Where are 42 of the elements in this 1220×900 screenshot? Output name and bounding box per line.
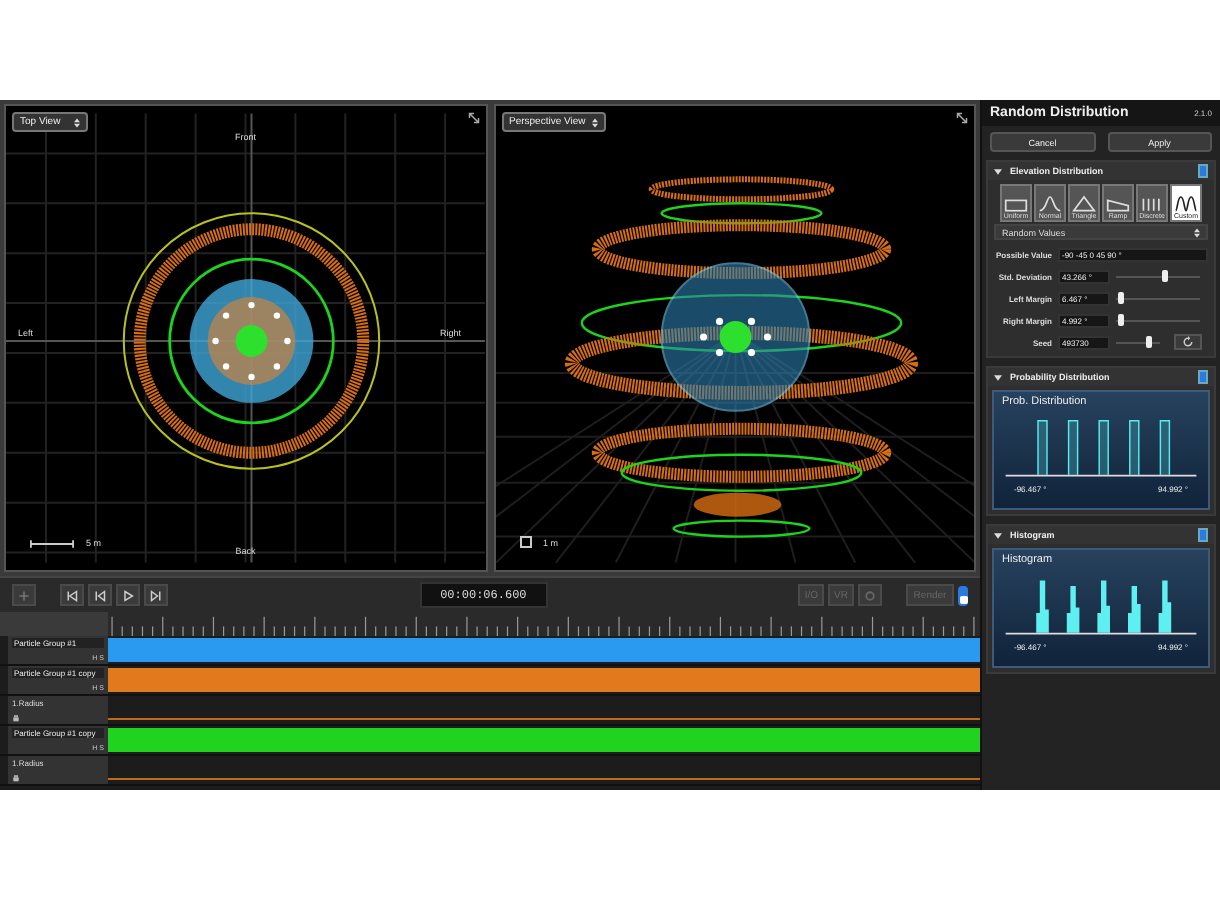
up-down-caret-icon [1194,227,1200,237]
slider[interactable] [1116,336,1160,348]
up-down-caret-icon [591,117,598,127]
ramp-icon [1106,194,1130,212]
enable-checkbox[interactable] [1198,164,1208,178]
up-down-caret-icon [74,117,80,127]
slider-thumb[interactable] [1162,270,1169,282]
enable-checkbox[interactable] [1198,370,1208,384]
slider-thumb[interactable] [1118,314,1125,326]
flat-curve-icon [1004,194,1028,212]
render-switch[interactable] [958,585,968,605]
slider-thumb[interactable] [1118,292,1125,304]
cube-icon [519,536,531,548]
slider[interactable] [1116,270,1200,282]
step-forward-button[interactable] [144,584,168,606]
slider[interactable] [1116,292,1200,304]
settings-icon [864,589,876,601]
disclosure-icon[interactable] [994,167,1002,175]
play-icon [122,589,134,601]
lock-icon[interactable] [12,774,20,782]
slider-thumb[interactable] [1145,336,1151,348]
enable-checkbox[interactable] [1198,528,1208,542]
expand-icon[interactable] [467,112,479,124]
scale-bar-icon [30,539,74,547]
triangle-icon [1072,194,1096,212]
skip-to-start-button[interactable] [60,584,84,606]
slider[interactable] [1116,314,1200,326]
expand-icon[interactable] [956,112,968,124]
twin-peaks-icon [1174,194,1198,212]
reset-seed-button[interactable] [1174,334,1202,350]
disclosure-icon[interactable] [994,373,1002,381]
step-back-button[interactable] [88,584,112,606]
disclosure-icon[interactable] [994,531,1002,539]
step-back-icon [94,589,106,601]
bell-curve-icon [1038,194,1062,212]
lock-icon[interactable] [12,714,20,722]
step-forward-icon [150,589,162,601]
skip-to-start-icon [66,589,78,601]
play-button[interactable] [116,584,140,606]
bars-icon [1140,194,1164,212]
plus-icon [18,589,30,601]
refresh-icon [1182,336,1194,348]
